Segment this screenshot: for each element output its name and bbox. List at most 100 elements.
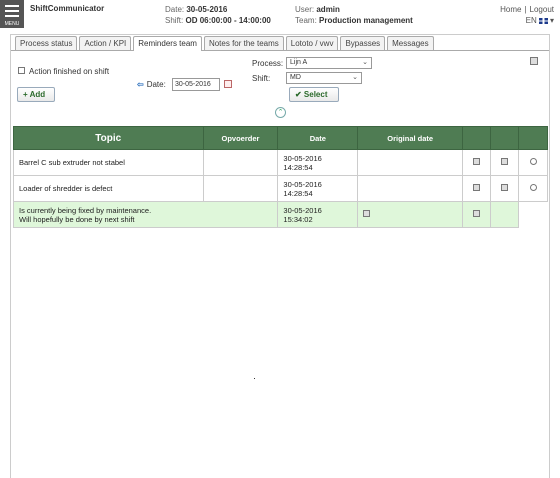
menu-button[interactable]: MENU (0, 0, 24, 28)
row-date: 30-05-2016 14:28:54 (277, 175, 359, 202)
link-separator: | (524, 5, 527, 14)
note-delete[interactable] (462, 201, 492, 228)
tab-panel: Process status Action / KPI Reminders te… (10, 34, 550, 478)
date-input[interactable]: 30-05-2016 (172, 78, 220, 91)
arrow-left-icon[interactable]: ⇦ (137, 80, 144, 89)
col-info (518, 126, 548, 150)
shift-value: OD 06:00:00 - 14:00:00 (185, 16, 271, 25)
table-row-note[interactable]: Is currently being fixed by maintenance.… (12, 201, 548, 228)
row-topic: Loader of shredder is defect (13, 175, 204, 202)
process-select[interactable]: Lijn A ⌄ (286, 57, 372, 69)
app-title: ShiftCommunicator (30, 4, 105, 13)
user-value: admin (316, 5, 340, 14)
tab-bypasses[interactable]: Bypasses (340, 36, 386, 50)
date-filter-label: ⇦ Date: (137, 80, 166, 89)
tab-reminders-team[interactable]: Reminders team (133, 36, 202, 51)
tab-notes-for-teams[interactable]: Notes for the teams (203, 36, 284, 50)
header-date-shift: Date: 30-05-2016 Shift: OD 06:00:00 - 14… (165, 4, 271, 26)
chevron-down-icon: ⌄ (352, 74, 358, 81)
row-opvoerder (202, 175, 279, 202)
process-select-value: Lijn A (290, 59, 308, 66)
tab-strip: Process status Action / KPI Reminders te… (15, 36, 434, 51)
action-finished-label: Action finished on shift (29, 67, 110, 76)
row-date-day: 30-05-2016 (283, 153, 322, 163)
action-finished-checkbox[interactable] (18, 67, 25, 74)
language-selector[interactable]: EN ▾ (500, 15, 554, 26)
select-button[interactable]: ✔ Select (289, 87, 339, 102)
info-icon[interactable] (529, 158, 537, 165)
add-button[interactable]: + Add (17, 87, 55, 102)
user-label: User: (295, 5, 315, 14)
print-icon[interactable] (530, 57, 538, 65)
reminders-table: Topic Opvoerder Date Original date Barre… (12, 126, 548, 228)
trash-icon[interactable] (501, 158, 509, 165)
table-row[interactable]: Loader of shredder is defect 30-05-2016 1… (13, 175, 548, 202)
edit-icon[interactable] (473, 184, 481, 191)
note-line-2: Will hopefully be done by next shift (19, 214, 135, 224)
header-user-team: User: admin Team: Production management (295, 4, 413, 26)
team-label: Team: (295, 16, 317, 25)
process-label: Process: (252, 59, 284, 68)
table-header-row: Topic Opvoerder Date Original date (13, 126, 548, 150)
home-link[interactable]: Home (500, 5, 521, 14)
row-date: 30-05-2016 14:28:54 (277, 149, 359, 176)
language-code: EN (525, 16, 537, 25)
caret-down-icon: ▾ (549, 16, 554, 25)
team-value: Production management (319, 16, 413, 25)
row-delete[interactable] (490, 149, 519, 176)
header-links: Home | Logout EN ▾ (500, 4, 554, 26)
col-delete (490, 126, 519, 150)
tab-divider (11, 50, 549, 51)
shift-filter-label: Shift: (252, 74, 271, 83)
row-original-date (357, 149, 464, 176)
calendar-icon[interactable] (224, 80, 232, 88)
col-topic[interactable]: Topic (13, 126, 204, 150)
date-filter-text: Date: (146, 80, 166, 89)
row-delete[interactable] (490, 175, 519, 202)
col-date[interactable]: Date (277, 126, 359, 150)
row-info[interactable] (518, 175, 548, 202)
trash-icon[interactable] (473, 210, 481, 217)
app-header: MENU ShiftCommunicator Date: 30-05-2016 … (0, 0, 560, 30)
note-date-day: 30-05-2016 (283, 205, 322, 215)
tab-action-kpi[interactable]: Action / KPI (79, 36, 132, 50)
shift-label: Shift: (165, 16, 184, 25)
flag-icon (538, 17, 548, 24)
menu-label: MENU (4, 21, 20, 27)
row-date-day: 30-05-2016 (283, 179, 322, 189)
tab-messages[interactable]: Messages (387, 36, 434, 50)
note-spacer (490, 201, 519, 228)
shift-select[interactable]: MD ⌄ (286, 72, 362, 84)
note-date-time: 15:34:02 (283, 214, 313, 224)
stray-dot (254, 378, 255, 379)
collapse-up-icon[interactable]: ⌃ (275, 107, 286, 118)
tab-lototo[interactable]: Lototo / vwv (285, 36, 339, 50)
trash-icon[interactable] (501, 184, 509, 191)
info-icon[interactable] (529, 184, 537, 191)
row-date-time: 14:28:54 (283, 162, 313, 172)
table-row[interactable]: Barrel C sub extruder not stabel 30-05-2… (13, 149, 548, 176)
tab-process-status[interactable]: Process status (15, 36, 78, 50)
col-edit (462, 126, 492, 150)
edit-icon[interactable] (363, 210, 371, 217)
row-topic: Barrel C sub extruder not stabel (13, 149, 204, 176)
col-opvoerder[interactable]: Opvoerder (202, 126, 279, 150)
note-text: Is currently being fixed by maintenance.… (12, 201, 279, 228)
row-info[interactable] (518, 149, 548, 176)
note-edit[interactable] (357, 201, 464, 228)
logout-link[interactable]: Logout (530, 5, 554, 14)
hamburger-icon (5, 5, 19, 20)
row-original-date (357, 175, 464, 202)
note-date: 30-05-2016 15:34:02 (277, 201, 359, 228)
note-empty (518, 201, 548, 228)
note-line-1: Is currently being fixed by maintenance. (19, 205, 152, 215)
row-date-time: 14:28:54 (283, 188, 313, 198)
chevron-down-icon: ⌄ (362, 59, 368, 66)
date-label: Date: (165, 5, 185, 14)
col-original-date[interactable]: Original date (357, 126, 464, 150)
date-value: 30-05-2016 (186, 5, 228, 14)
row-opvoerder (202, 149, 279, 176)
row-edit[interactable] (462, 175, 492, 202)
row-edit[interactable] (462, 149, 492, 176)
edit-icon[interactable] (473, 158, 481, 165)
